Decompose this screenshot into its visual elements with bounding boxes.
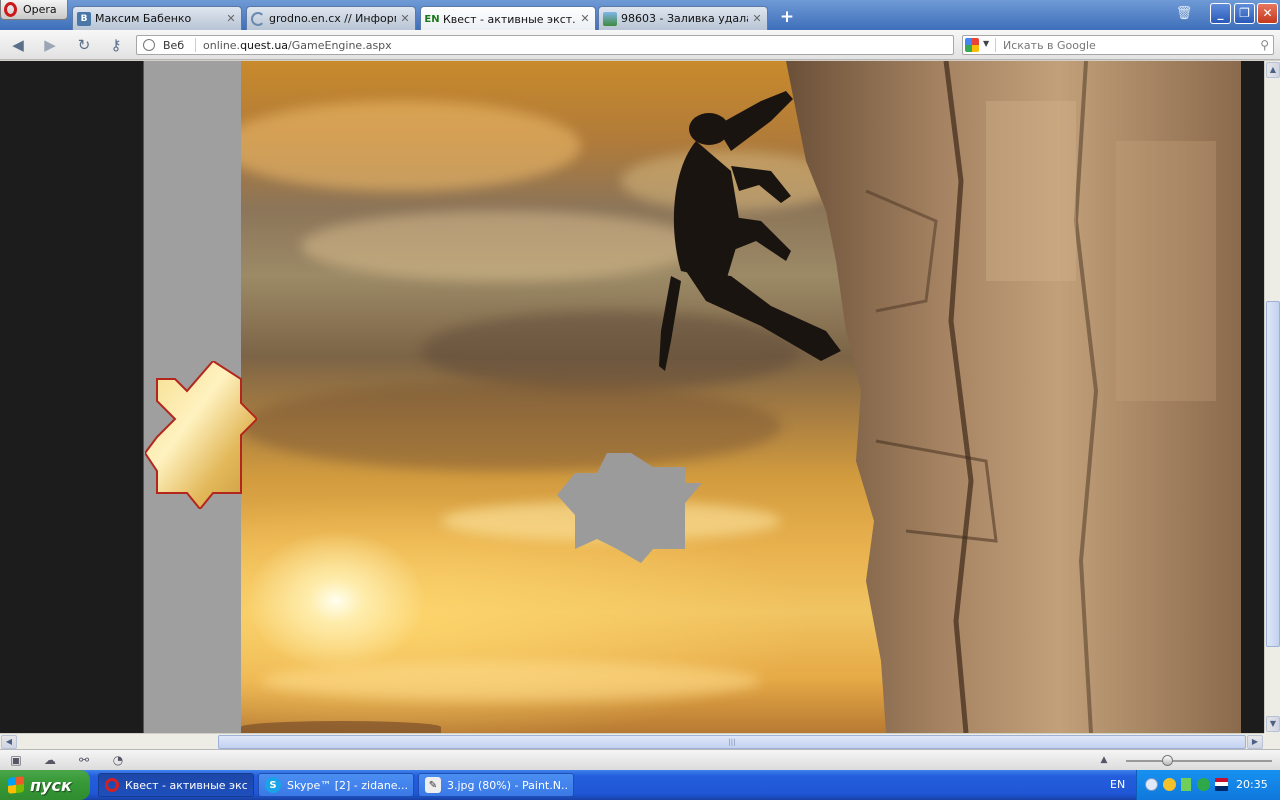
tray-app-icon[interactable] (1197, 778, 1210, 791)
tray-notification-icon[interactable] (1163, 778, 1176, 791)
tab-title: grodno.en.cx // Информ... (269, 12, 396, 25)
taskbar-item-label: 3.jpg (80%) - Paint.N... (447, 778, 567, 792)
tab-title: Максим Бабенко (95, 12, 192, 25)
panel-toggle-icon[interactable]: ▣ (8, 753, 24, 767)
vertical-scrollbar[interactable]: ▲ ▼ (1264, 61, 1280, 733)
zoom-slider-track[interactable] (1126, 760, 1272, 762)
new-tab-button[interactable]: + (778, 8, 796, 26)
back-button[interactable]: ◀ (8, 36, 28, 54)
puzzle-piece-golden[interactable] (145, 361, 257, 509)
search-placeholder: Искать в Google (1003, 39, 1096, 52)
browser-status-bar: ▣ ☁ ⚯ ◔ ▲ (0, 749, 1280, 770)
vertical-scroll-thumb[interactable] (1266, 301, 1280, 647)
taskbar-item-label: Квест - активные экс... (125, 778, 247, 792)
tab-title: Квест - активные экст... (443, 12, 576, 26)
forward-button[interactable]: ▶ (40, 36, 60, 54)
share-icon[interactable]: ⚯ (76, 753, 92, 767)
en-icon: EN (424, 13, 440, 25)
search-box[interactable]: ▼ Искать в Google ⚲ (962, 35, 1274, 55)
search-icon[interactable]: ⚲ (1260, 38, 1269, 52)
zoom-menu-icon[interactable]: ▲ (1096, 753, 1112, 767)
taskbar-item-paint[interactable]: ✎ 3.jpg (80%) - Paint.N... (418, 773, 574, 797)
address-bar[interactable]: Веб online.quest.ua/GameEngine.aspx (136, 35, 954, 55)
reload-button[interactable]: ↻ (74, 36, 94, 54)
tab-quest-active[interactable]: EN Квест - активные экст... ✕ (420, 6, 596, 31)
restore-button[interactable]: ❐ (1234, 3, 1255, 24)
opera-menu-button[interactable]: Opera (0, 0, 68, 20)
scroll-up-button[interactable]: ▲ (1266, 62, 1280, 78)
horizontal-scrollbar[interactable]: ◀ ||| ▶ (0, 733, 1264, 749)
scroll-right-button[interactable]: ▶ (1247, 735, 1263, 749)
signal-icon[interactable] (1181, 778, 1191, 791)
paint-icon: ✎ (425, 777, 441, 793)
flag-icon[interactable] (1215, 778, 1228, 791)
climber-silhouette (659, 91, 841, 371)
taskbar-item-skype[interactable]: S Skype™ [2] - zidane.... (258, 773, 414, 797)
globe-icon (143, 39, 155, 51)
opera-logo-icon (4, 2, 17, 17)
key-icon[interactable]: ⚷ (106, 36, 126, 54)
start-button[interactable]: пуск (0, 770, 90, 800)
scroll-down-button[interactable]: ▼ (1266, 716, 1280, 732)
page-content (0, 61, 1264, 733)
speed-dial-icon[interactable]: ◔ (110, 753, 126, 767)
tab-vk[interactable]: В Максим Бабенко ✕ (72, 6, 242, 30)
tab-grodno[interactable]: grodno.en.cx // Информ... ✕ (246, 6, 416, 30)
opera-icon (105, 778, 119, 792)
vk-icon: В (77, 11, 91, 26)
opera-menu-label: Opera (23, 3, 57, 16)
close-tab-icon[interactable]: ✕ (751, 12, 763, 25)
minimize-button[interactable]: _ (1210, 3, 1231, 24)
language-indicator[interactable]: EN (1110, 778, 1125, 791)
trash-icon[interactable]: 🗑 (1175, 5, 1193, 23)
close-tab-icon[interactable]: ✕ (225, 12, 237, 25)
windows-taskbar: пуск Квест - активные экс... S Skype™ [2… (0, 770, 1280, 800)
scroll-left-button[interactable]: ◀ (1, 735, 17, 749)
cloud-icon[interactable]: ☁ (42, 753, 58, 767)
taskbar-item-opera[interactable]: Квест - активные экс... (98, 773, 254, 797)
close-window-button[interactable]: ✕ (1257, 3, 1278, 24)
loading-icon (251, 11, 265, 26)
browser-tab-bar: Opera В Максим Бабенко ✕ grodno.en.cx //… (0, 0, 1280, 31)
taskbar-item-label: Skype™ [2] - zidane.... (287, 778, 407, 792)
tray-arrow-icon[interactable] (1145, 778, 1158, 791)
navigation-bar: ◀ ▶ ↻ ⚷ Веб online.quest.ua/GameEngine.a… (0, 30, 1280, 60)
url-text[interactable]: online.quest.ua/GameEngine.aspx (203, 39, 392, 52)
site-info-label: Веб (163, 39, 185, 52)
image-host-icon (603, 11, 617, 26)
chevron-down-icon[interactable]: ▼ (983, 39, 989, 48)
puzzle-image (241, 61, 1241, 733)
start-label: пуск (30, 775, 72, 795)
windows-logo-icon (8, 776, 24, 794)
tab-image-host[interactable]: 98603 - Заливка удала... ✕ (598, 6, 768, 30)
google-icon[interactable] (965, 38, 979, 52)
zoom-slider-knob[interactable] (1162, 755, 1173, 766)
skype-icon: S (265, 777, 281, 793)
puzzle-slot-empty[interactable] (557, 453, 702, 563)
close-tab-icon[interactable]: ✕ (579, 13, 591, 25)
horizontal-scroll-thumb[interactable]: ||| (218, 735, 1246, 749)
clock[interactable]: 20:35 (1236, 778, 1268, 791)
tab-title: 98603 - Заливка удала... (621, 12, 748, 25)
close-tab-icon[interactable]: ✕ (399, 12, 411, 25)
